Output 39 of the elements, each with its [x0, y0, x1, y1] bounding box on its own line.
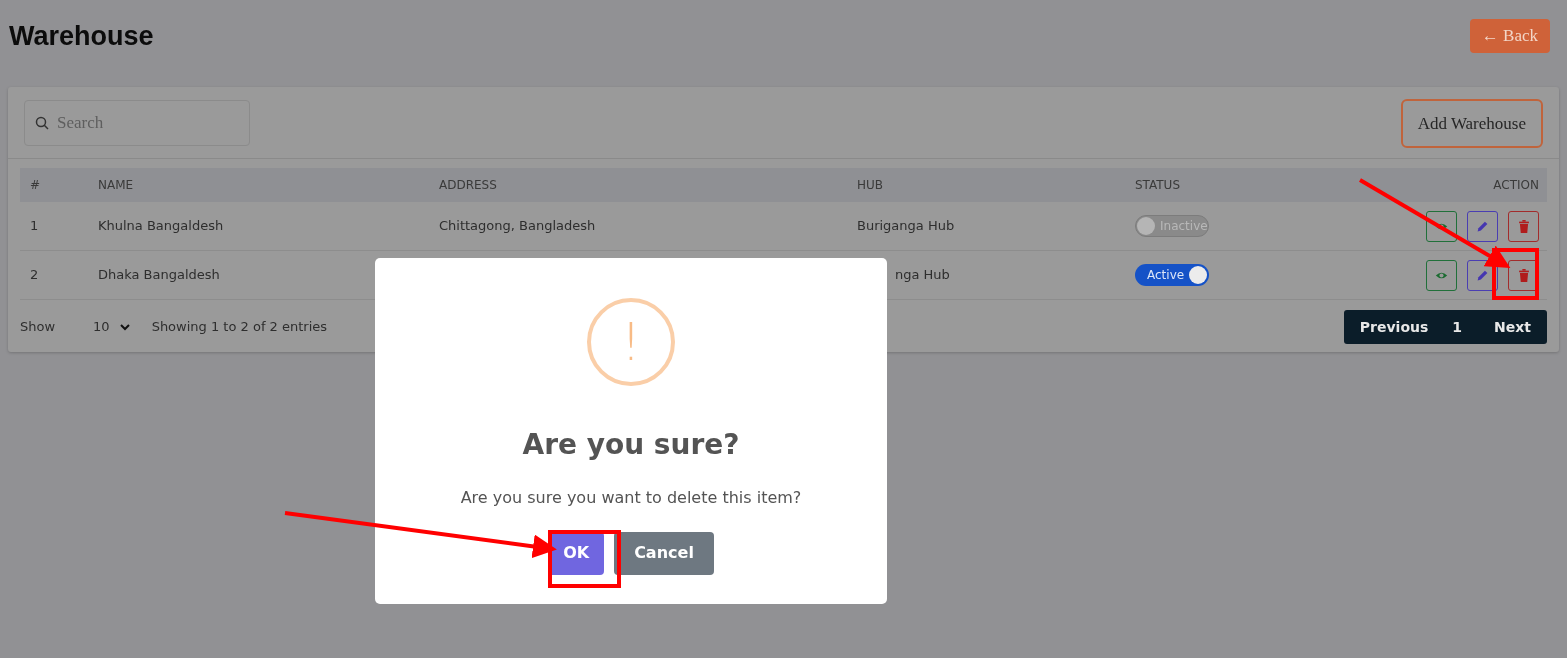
chevron-icon: [119, 323, 130, 331]
search-field[interactable]: Search: [24, 100, 250, 147]
warning-icon: !: [587, 298, 675, 386]
highlight-frame: [1492, 248, 1539, 300]
table-cell-text: Dhaka Bangaldesh: [97, 266, 221, 285]
column-header: #: [29, 177, 42, 194]
edit-button[interactable]: [1467, 210, 1498, 242]
dialog-title: Are you sure?: [522, 428, 740, 462]
previous-button[interactable]: Previous: [1343, 316, 1441, 338]
trash-icon: [1517, 219, 1530, 233]
table-cell-text: Buriganga Hub: [856, 217, 956, 236]
page-button[interactable]: 1: [1440, 316, 1475, 338]
next-button[interactable]: Next: [1474, 316, 1547, 338]
add-warehouse-button[interactable]: Add Warehouse: [1400, 98, 1543, 148]
table-cell-text: Khulna Bangaldesh: [97, 217, 225, 236]
back-button[interactable]: ← Back: [1469, 19, 1550, 53]
column-header: HUB: [856, 177, 885, 194]
column-header: STATUS: [1134, 177, 1182, 194]
trash-icon: [1517, 268, 1530, 282]
dialog-message: Are you sure you want to delete this item?: [460, 486, 802, 509]
table-cell-text: 1: [29, 217, 40, 236]
table-cell-text: nga Hub: [894, 266, 951, 285]
page-size-select[interactable]: 10: [93, 317, 130, 337]
search-icon: [35, 116, 49, 131]
view-button[interactable]: [1426, 259, 1457, 291]
table-cell-text: 2: [29, 266, 40, 285]
table-cell-text: Chittagong, Bangladesh: [438, 217, 597, 236]
entries-info: Showing 1 to 2 of 2 entries: [151, 318, 328, 337]
status-toggle[interactable]: Active: [1135, 264, 1209, 286]
page-title: Warehouse: [9, 19, 154, 52]
column-header: NAME: [97, 177, 135, 194]
cancel-button[interactable]: Cancel: [614, 531, 714, 575]
pencil-icon: [1476, 219, 1489, 233]
column-header: ACTION: [1492, 177, 1540, 194]
show-label: Show: [20, 318, 56, 337]
pencil-icon: [1476, 268, 1489, 282]
delete-button[interactable]: [1508, 210, 1539, 242]
edit-button[interactable]: [1467, 259, 1498, 291]
column-header: ADDRESS: [438, 177, 498, 194]
